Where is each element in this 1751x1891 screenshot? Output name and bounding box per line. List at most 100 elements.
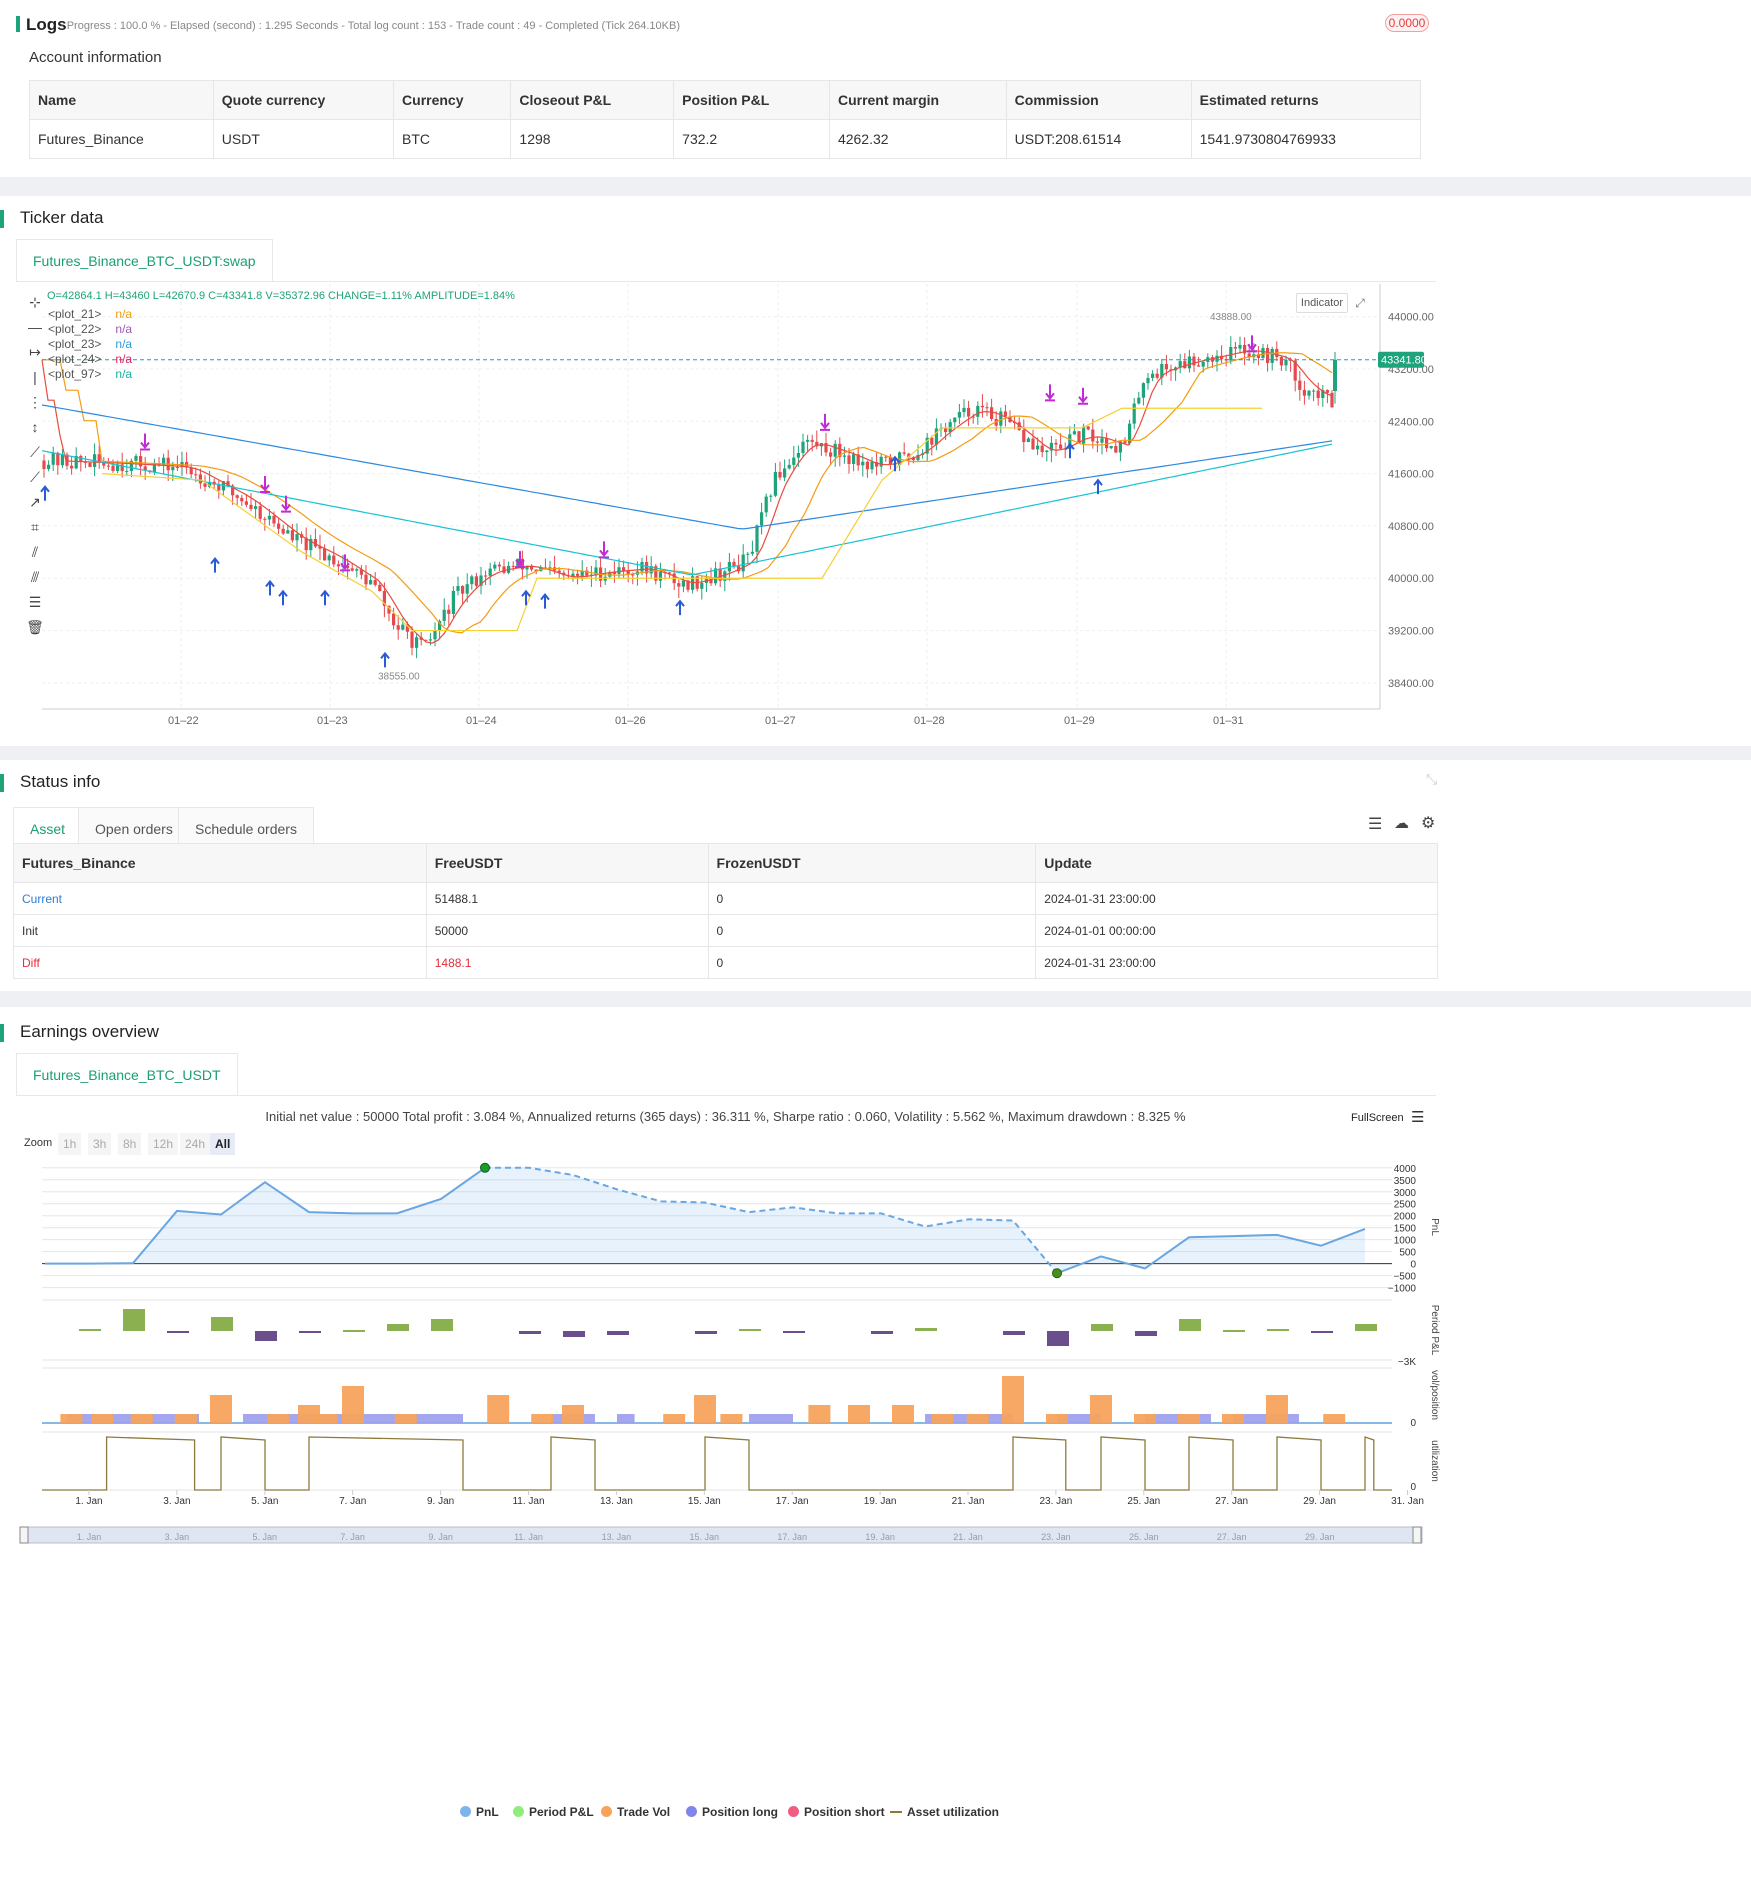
candle-body [760,512,764,526]
candle-body [60,454,64,466]
navigator-date-label: 1. Jan [77,1532,102,1542]
candle-body [488,568,492,576]
date-tick-label: 15. Jan [688,1496,721,1507]
candle-body [990,407,994,420]
candle-body [902,452,906,454]
gear-icon[interactable]: ⚙ [1421,813,1435,833]
line-icon [890,1811,902,1813]
candle-body [847,455,851,464]
period-bar [123,1309,145,1331]
date-tick-label: 21. Jan [952,1496,985,1507]
candle-body [1233,347,1237,349]
trade-vol-bar [487,1395,510,1423]
indicator-button[interactable]: Indicator [1296,293,1348,313]
long-entry-arrow [380,651,390,668]
candle-body [1109,446,1113,449]
candle-body [47,464,51,470]
expand-icon[interactable]: ⤢ [1352,293,1368,313]
trade-vol-bar [663,1414,686,1423]
table-row: Current 51488.1 0 2024-01-31 23:00:00 [13,882,1438,915]
candle-body [244,501,248,505]
close-exit-arrow [140,433,150,451]
vol-tick-label: 0 [1410,1418,1416,1429]
candle-body [1270,348,1274,363]
menu-icon[interactable]: ☰ [1411,1108,1424,1126]
candle-body [792,457,796,465]
candle-body [428,639,432,641]
period-bar [255,1331,277,1341]
position-long-bar [749,1414,793,1423]
asset-cell: Init [13,914,427,947]
earnings-legend-item[interactable]: Period P&L [513,1805,594,1819]
candle-body [258,506,262,519]
period-bar [211,1317,233,1331]
asset-cell[interactable]: Current [13,882,427,915]
earnings-legend-item[interactable]: Position short [788,1805,885,1819]
candle-body [175,467,179,469]
utilization-line [42,1436,1392,1491]
asset-col-header: Futures_Binance [13,843,427,883]
navigator-date-label: 13. Jan [602,1532,632,1542]
candle-body [980,405,984,408]
date-tick-label: 01–28 [914,715,945,727]
earnings-chart[interactable]: 40003500300025002000150010005000−500−100… [0,1150,1751,1891]
navigator-date-label: 21. Jan [953,1532,983,1542]
table-row: Diff 1488.1 0 2024-01-31 23:00:00 [13,946,1438,979]
candle-body [930,437,934,445]
last-price-label: 43341.80 [1381,355,1427,367]
earnings-legend-item[interactable]: Position long [686,1805,778,1819]
candle-body [277,523,281,529]
long-entry-arrow [540,592,550,609]
account-col-header: Position P&L [673,80,830,120]
price-tick-label: 40000.00 [1388,573,1434,585]
earnings-legend-item[interactable]: PnL [460,1805,499,1819]
collapse-icon[interactable]: ⤡ [1426,771,1437,788]
date-tick-label: 01–27 [765,715,796,727]
candle-body [622,567,626,571]
trade-vol-bar [966,1414,989,1423]
date-tick-label: 5. Jan [251,1496,278,1507]
candle-body [484,575,488,577]
max-marker [480,1162,490,1173]
period-bar [167,1331,189,1333]
candle-body [70,465,74,469]
candle-body [1146,377,1150,384]
candle-body [1132,403,1136,424]
candle-body [396,625,400,630]
candle-body [732,561,736,567]
trade-vol-bar [808,1405,831,1423]
candle-body [884,456,888,458]
earnings-legend-item[interactable]: Asset utilization [890,1805,999,1819]
trade-vol-bar [91,1414,114,1423]
navigator-date-label: 15. Jan [690,1532,720,1542]
period-bar [1311,1331,1333,1333]
period-bar [783,1331,805,1333]
candle-body [764,496,768,513]
list-icon[interactable]: ☰ [1368,814,1382,834]
candle-body [355,569,359,571]
cloud-download-icon[interactable]: ☁ [1394,814,1409,832]
dot-icon [460,1806,471,1817]
candle-body [369,580,373,585]
candle-body [806,439,810,442]
price-tick-label: 42400.00 [1388,416,1434,428]
candle-body [944,428,948,433]
earnings-legend-item[interactable]: Trade Vol [601,1805,670,1819]
candle-body [1022,429,1026,443]
candle-body [1261,348,1265,358]
navigator-date-label: 19. Jan [865,1532,895,1542]
zoom-label: Zoom [24,1137,53,1149]
navigator-date-label: 9. Jan [428,1532,453,1542]
candlestick-chart[interactable]: 44000.0043200.0042400.0041600.0040800.00… [0,196,1751,746]
candle-body [1036,445,1040,450]
candle-body [364,574,368,585]
candle-body [769,495,773,497]
candle-body [1026,438,1030,443]
fullscreen-button[interactable]: FullScreen [1351,1112,1404,1124]
navigator-date-label: 29. Jan [1305,1532,1335,1542]
pnl-tick-label: 1500 [1394,1224,1417,1235]
date-tick-label: 31. Jan [1391,1496,1424,1507]
tab-earnings-symbol[interactable]: Futures_Binance_BTC_USDT [16,1053,238,1095]
candle-body [1279,357,1283,366]
candle-body [332,555,336,565]
